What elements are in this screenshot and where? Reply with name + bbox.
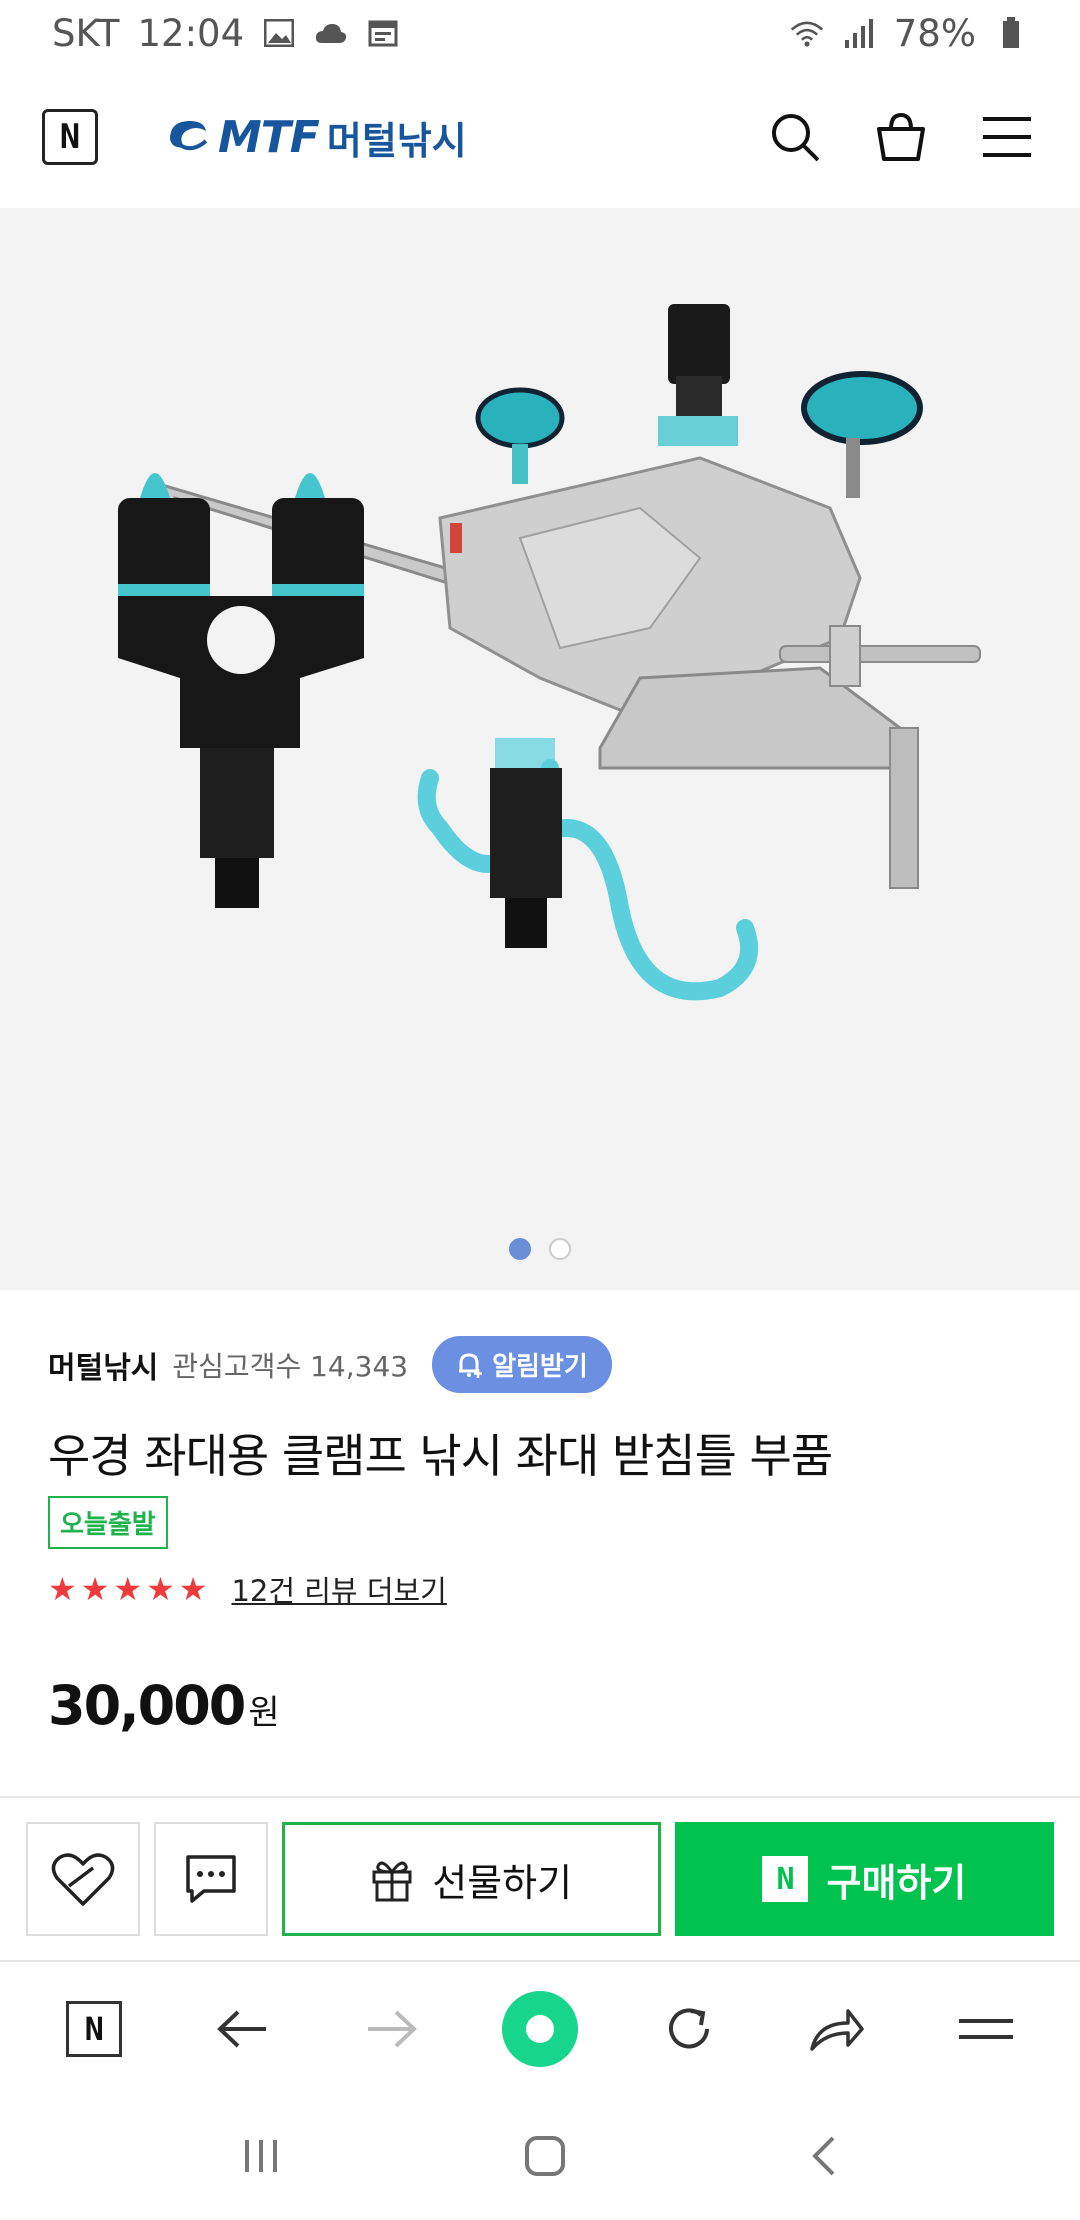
price-amount: 30,000 [48,1674,246,1737]
battery-percent: 78% [893,11,976,55]
browser-toolbar: N [0,1962,1080,2096]
double-rod-holder-image [118,473,364,908]
naver-home-button[interactable]: N [42,109,98,165]
bell-plus-icon [459,1352,483,1378]
product-image-carousel[interactable] [0,208,1080,1290]
system-navigation-bar [0,2096,1080,2220]
system-back-icon[interactable] [809,2134,839,2182]
notify-button[interactable]: 알림받기 [432,1336,612,1393]
brand-swoosh-icon [170,121,208,151]
refresh-icon[interactable] [649,1989,729,2069]
same-day-shipping-badge: 오늘출발 [48,1496,168,1549]
battery-icon [994,16,1028,50]
buy-button[interactable]: N 구매하기 [674,1822,1055,1936]
browser-menu-icon[interactable] [946,1989,1026,2069]
status-left: SKT 12:04 [52,12,400,55]
menu-icon[interactable] [976,106,1038,168]
gift-icon [372,1861,412,1902]
clock: 12:04 [137,11,245,55]
share-icon[interactable] [797,1989,877,2069]
star-icon: ★ [48,1570,77,1608]
rating-row: ★ ★ ★ ★ ★ 12건 리뷰 더보기 [48,1568,447,1610]
store-logo[interactable]: MTF 머털낚시 [166,110,467,165]
star-icon: ★ [80,1570,110,1608]
carousel-dot-1[interactable] [509,1238,531,1260]
search-icon[interactable] [764,106,826,168]
store-name[interactable]: 머털낚시 [48,1343,158,1387]
wifi-icon [790,16,824,50]
product-title: 우경 좌대용 클램프 낚시 좌대 받침틀 부품 [48,1429,833,1483]
calendar-icon [366,16,400,50]
browser-home-button[interactable]: N [54,1989,134,2069]
notify-label: 알림받기 [492,1352,588,1382]
shopping-bag-icon[interactable] [870,106,932,168]
brand-name-ko: 머털낚시 [326,118,467,163]
header-actions [764,106,1038,168]
star-icon: ★ [146,1570,175,1608]
chat-bubble-icon [185,1855,236,1903]
carousel-indicators [0,1238,1080,1260]
signal-icon [842,16,876,50]
home-icon[interactable] [523,2134,567,2182]
price: 30,000 원 [48,1674,280,1737]
green-dot-button[interactable] [500,1989,580,2069]
chat-button[interactable] [153,1822,268,1936]
star-icon: ★ [178,1570,208,1608]
green-dot-icon [501,1991,578,2067]
store-interest-count: 관심고객수 14,343 [172,1349,409,1383]
gallery-icon [262,16,296,50]
status-right: 78% [790,12,1028,55]
forward-arrow-icon[interactable] [351,1989,431,2069]
single-hook-holder-image [417,738,758,1001]
app-header: N MTF 머털낚시 [0,66,1080,208]
purchase-action-bar: 선물하기 N 구매하기 [0,1796,1080,1962]
back-arrow-icon[interactable] [203,1989,283,2069]
carrier-label: SKT [52,11,120,55]
cloud-icon [314,16,348,50]
wishlist-button[interactable] [26,1822,140,1936]
store-info-row: 머털낚시 관심고객수 14,343 알림받기 [48,1336,612,1393]
brand-name-en: MTF [218,111,320,163]
carousel-dot-2[interactable] [549,1238,571,1260]
naver-pay-icon: N [762,1856,809,1902]
heart-icon [51,1853,115,1906]
reviews-link[interactable]: 12건 리뷰 더보기 [231,1568,446,1610]
naver-n-icon: N [66,2001,123,2057]
rating-stars: ★ ★ ★ ★ ★ [48,1570,207,1608]
gift-button[interactable]: 선물하기 [281,1822,661,1936]
product-photo [118,304,981,1001]
status-bar: SKT 12:04 78% [0,0,1080,66]
buy-label: 구매하기 [826,1860,967,1905]
recent-apps-icon[interactable] [241,2136,281,2180]
price-unit: 원 [248,1693,280,1733]
star-icon: ★ [113,1570,143,1608]
gift-label: 선물하기 [432,1860,573,1905]
